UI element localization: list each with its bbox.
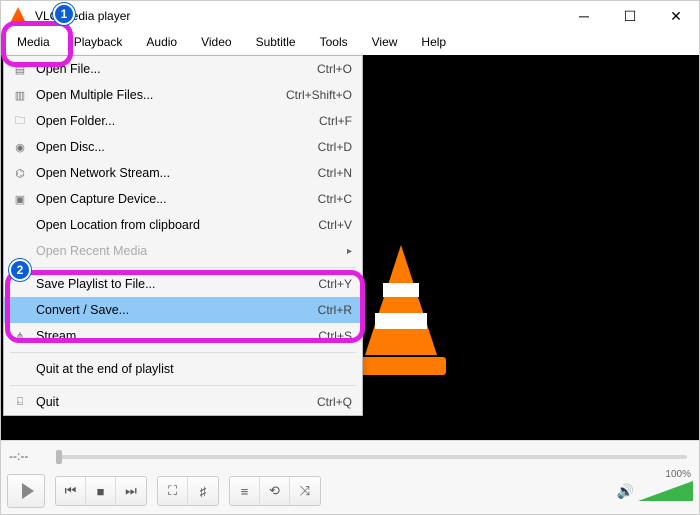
menu-label: Open Folder... (36, 114, 319, 128)
files-icon: ▥ (10, 85, 30, 105)
vlc-cone-logo (356, 245, 446, 375)
blank-icon (10, 241, 30, 261)
view-group: ⛶ ♯ (157, 476, 219, 506)
menu-label: Open Location from clipboard (36, 218, 318, 232)
menu-open-clipboard[interactable]: Open Location from clipboard Ctrl+V (4, 212, 362, 238)
quit-icon: ⍇ (10, 392, 30, 412)
menu-shortcut: Ctrl+Q (317, 395, 352, 409)
menu-open-folder[interactable]: 🗀 Open Folder... Ctrl+F (4, 108, 362, 134)
menu-open-recent[interactable]: Open Recent Media ▸ (4, 238, 362, 264)
menu-shortcut: Ctrl+V (318, 218, 352, 232)
media-dropdown: ▤ Open File... Ctrl+O ▥ Open Multiple Fi… (3, 55, 363, 416)
menu-separator (10, 267, 356, 268)
app-window: VLC media player ─ ☐ ✕ Media Playback Au… (0, 0, 700, 515)
button-row: ⏮ ■ ⏭ ⛶ ♯ ≡ ⟲ ⤨ 🔊 100% (7, 474, 693, 508)
time-label: --:-- (9, 449, 28, 463)
playback-group: ⏮ ■ ⏭ (55, 476, 147, 506)
menu-shortcut: Ctrl+D (318, 140, 352, 154)
chevron-right-icon: ▸ (347, 246, 352, 257)
menu-open-capture[interactable]: ▣ Open Capture Device... Ctrl+C (4, 186, 362, 212)
close-button[interactable]: ✕ (653, 1, 699, 31)
loop-button[interactable]: ⟲ (260, 477, 290, 505)
menu-shortcut: Ctrl+F (319, 114, 352, 128)
menu-shortcut: Ctrl+O (317, 62, 352, 76)
annotation-highlight-2 (5, 270, 365, 343)
menu-view[interactable]: View (360, 31, 410, 55)
menu-label: Open Recent Media (36, 244, 347, 258)
menu-shortcut: Ctrl+N (318, 166, 352, 180)
playlist-button[interactable]: ≡ (230, 477, 260, 505)
menu-label: Open Multiple Files... (36, 88, 286, 102)
seek-thumb[interactable] (56, 450, 62, 464)
menu-label: Open Disc... (36, 140, 318, 154)
menu-quit-end-playlist[interactable]: Quit at the end of playlist (4, 356, 362, 382)
volume-area: 🔊 100% (617, 481, 693, 501)
annotation-highlight-1 (1, 21, 73, 67)
menu-shortcut: Ctrl+Shift+O (286, 88, 352, 102)
fullscreen-button[interactable]: ⛶ (158, 477, 188, 505)
menu-label: Quit at the end of playlist (36, 362, 352, 376)
menu-label: Open File... (36, 62, 317, 76)
seek-slider[interactable] (56, 455, 687, 459)
menu-bar: Media Playback Audio Video Subtitle Tool… (1, 31, 699, 55)
minimize-button[interactable]: ─ (561, 1, 607, 31)
menu-quit[interactable]: ⍇ Quit Ctrl+Q (4, 389, 362, 415)
menu-help[interactable]: Help (409, 31, 458, 55)
menu-video[interactable]: Video (189, 31, 243, 55)
menu-label: Open Capture Device... (36, 192, 318, 206)
menu-audio[interactable]: Audio (134, 31, 189, 55)
extended-settings-button[interactable]: ♯ (188, 477, 218, 505)
playlist-group: ≡ ⟲ ⤨ (229, 476, 321, 506)
blank-icon (10, 359, 30, 379)
stop-button[interactable]: ■ (86, 477, 116, 505)
capture-icon: ▣ (10, 189, 30, 209)
control-bar: --:-- ⏮ ■ ⏭ ⛶ ♯ ≡ ⟲ ⤨ 🔊 (1, 440, 699, 514)
menu-label: Quit (36, 395, 317, 409)
shuffle-button[interactable]: ⤨ (290, 477, 320, 505)
prev-button[interactable]: ⏮ (56, 477, 86, 505)
volume-slider[interactable] (638, 481, 693, 501)
play-button[interactable] (7, 474, 45, 508)
annotation-badge-1: 1 (53, 3, 75, 25)
menu-separator (10, 352, 356, 353)
menu-label: Open Network Stream... (36, 166, 318, 180)
menu-tools[interactable]: Tools (308, 31, 360, 55)
disc-icon: ◉ (10, 137, 30, 157)
window-controls: ─ ☐ ✕ (561, 1, 699, 31)
menu-subtitle[interactable]: Subtitle (244, 31, 308, 55)
menu-open-disc[interactable]: ◉ Open Disc... Ctrl+D (4, 134, 362, 160)
window-title: VLC media player (35, 9, 561, 23)
annotation-badge-2: 2 (9, 259, 31, 281)
title-bar: VLC media player ─ ☐ ✕ (1, 1, 699, 31)
speaker-icon[interactable]: 🔊 (617, 483, 634, 500)
menu-open-network[interactable]: ⌬ Open Network Stream... Ctrl+N (4, 160, 362, 186)
menu-open-multiple[interactable]: ▥ Open Multiple Files... Ctrl+Shift+O (4, 82, 362, 108)
volume-percent: 100% (665, 469, 691, 480)
network-icon: ⌬ (10, 163, 30, 183)
menu-separator (10, 385, 356, 386)
maximize-button[interactable]: ☐ (607, 1, 653, 31)
blank-icon (10, 215, 30, 235)
menu-shortcut: Ctrl+C (318, 192, 352, 206)
play-icon (22, 483, 34, 499)
next-button[interactable]: ⏭ (116, 477, 146, 505)
folder-icon: 🗀 (10, 111, 30, 131)
